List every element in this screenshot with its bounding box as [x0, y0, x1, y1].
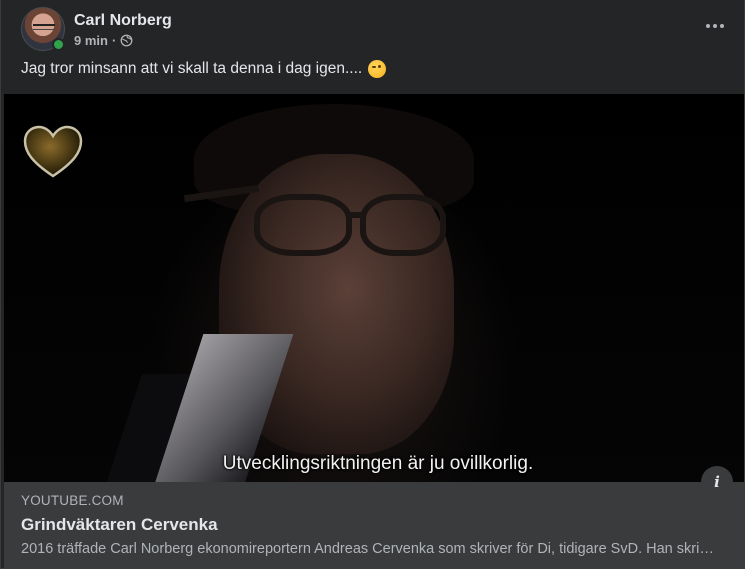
- video-subtitle: Utvecklingsriktningen är ju ovillkorlig.: [222, 453, 534, 474]
- info-icon[interactable]: i: [701, 466, 733, 498]
- post-header: Carl Norberg 9 min ·: [21, 7, 172, 51]
- author-name[interactable]: Carl Norberg: [74, 11, 172, 31]
- link-preview-card[interactable]: YOUTUBE.COM Grindväktaren Cervenka 2016 …: [4, 482, 744, 569]
- post-subline: 9 min ·: [74, 33, 172, 48]
- video-figure-glasses-left: [254, 194, 352, 256]
- video-thumbnail[interactable]: Utvecklingsriktningen är ju ovillkorlig.: [4, 94, 744, 482]
- more-options-button[interactable]: [700, 14, 730, 38]
- avatar[interactable]: [21, 7, 65, 51]
- link-description: 2016 träffade Carl Norberg ekonomireport…: [21, 541, 721, 557]
- post-message: Jag tror minsann att vi skall ta denna i…: [21, 60, 363, 77]
- heart-icon: [23, 125, 83, 178]
- video-figure-glasses-right: [360, 194, 446, 256]
- smirk-emoji-icon: [368, 60, 387, 78]
- globe-icon[interactable]: [120, 34, 133, 47]
- post-timestamp[interactable]: 9 min: [74, 33, 108, 48]
- more-dot: [706, 24, 710, 28]
- avatar-glasses: [33, 24, 55, 30]
- online-status-dot: [52, 38, 65, 51]
- separator-dot: ·: [111, 32, 117, 48]
- post-text: Jag tror minsann att vi skall ta denna i…: [21, 60, 387, 78]
- more-dot: [713, 24, 717, 28]
- more-dot: [720, 24, 724, 28]
- post-meta: Carl Norberg 9 min ·: [74, 11, 172, 48]
- link-title[interactable]: Grindväktaren Cervenka: [21, 515, 744, 535]
- link-domain: YOUTUBE.COM: [21, 493, 124, 508]
- feed-post: Carl Norberg 9 min · Jag tror minsann at…: [0, 0, 745, 569]
